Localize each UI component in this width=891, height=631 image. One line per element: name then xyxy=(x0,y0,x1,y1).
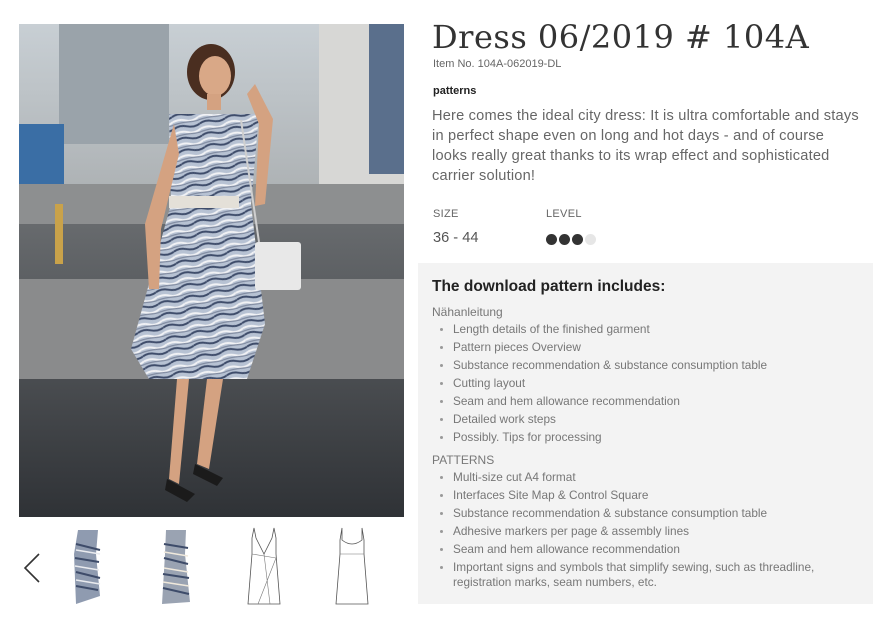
dress-photo-thumbnail xyxy=(162,530,190,604)
list-item: Possibly. Tips for processing xyxy=(432,430,862,445)
list-item: Pattern pieces Overview xyxy=(432,340,862,355)
level-dot-filled xyxy=(572,234,583,245)
section-title-sewing-instructions: Nähanleitung xyxy=(432,305,503,319)
dress-sketch-thumbnail xyxy=(335,527,369,605)
level-dot-filled xyxy=(559,234,570,245)
thumbnail-photo-2[interactable] xyxy=(154,524,198,608)
chevron-left-icon xyxy=(23,553,40,583)
difficulty-level-indicator xyxy=(546,234,596,245)
list-item: Length details of the finished garment xyxy=(432,322,862,337)
includes-heading: The download pattern includes: xyxy=(432,278,666,295)
level-dot-filled xyxy=(546,234,557,245)
section-title-patterns: PATTERNS xyxy=(432,453,495,467)
list-item: Seam and hem allowance recommendation xyxy=(432,394,862,409)
item-number: Item No. 104A-062019-DL xyxy=(433,58,562,70)
list-item: Seam and hem allowance recommendation xyxy=(432,542,862,557)
size-value: 36 - 44 xyxy=(433,230,479,246)
list-item: Cutting layout xyxy=(432,376,862,391)
list-item: Adhesive markers per page & assembly lin… xyxy=(432,524,862,539)
product-title: Dress 06/2019 # 104A xyxy=(432,18,810,56)
list-item: Substance recommendation & substance con… xyxy=(432,506,862,521)
thumbnail-sketch-back[interactable] xyxy=(330,524,374,608)
list-item: Substance recommendation & substance con… xyxy=(432,358,862,373)
list-item: Detailed work steps xyxy=(432,412,862,427)
list-item: Interfaces Site Map & Control Square xyxy=(432,488,862,503)
size-label: SIZE xyxy=(433,208,459,220)
thumbnail-sketch-front[interactable] xyxy=(242,524,286,608)
dress-sketch-thumbnail xyxy=(247,527,281,605)
dress-photo-thumbnail xyxy=(74,530,101,604)
product-description: Here comes the ideal city dress: It is u… xyxy=(432,108,859,184)
list-item: Important signs and symbols that simplif… xyxy=(432,560,862,590)
category-label: patterns xyxy=(433,85,477,97)
photo-illustration xyxy=(19,24,404,517)
thumbnail-photo-1[interactable] xyxy=(66,524,110,608)
main-product-photo[interactable] xyxy=(19,24,404,517)
patterns-list: Multi-size cut A4 format Interfaces Site… xyxy=(432,470,862,593)
list-item: Multi-size cut A4 format xyxy=(432,470,862,485)
level-dot-empty xyxy=(585,234,596,245)
sewing-instructions-list: Length details of the finished garment P… xyxy=(432,322,862,448)
level-label: LEVEL xyxy=(546,208,582,220)
download-includes-panel: The download pattern includes: Nähanleit… xyxy=(418,263,873,604)
gallery-prev-button[interactable] xyxy=(20,548,44,588)
